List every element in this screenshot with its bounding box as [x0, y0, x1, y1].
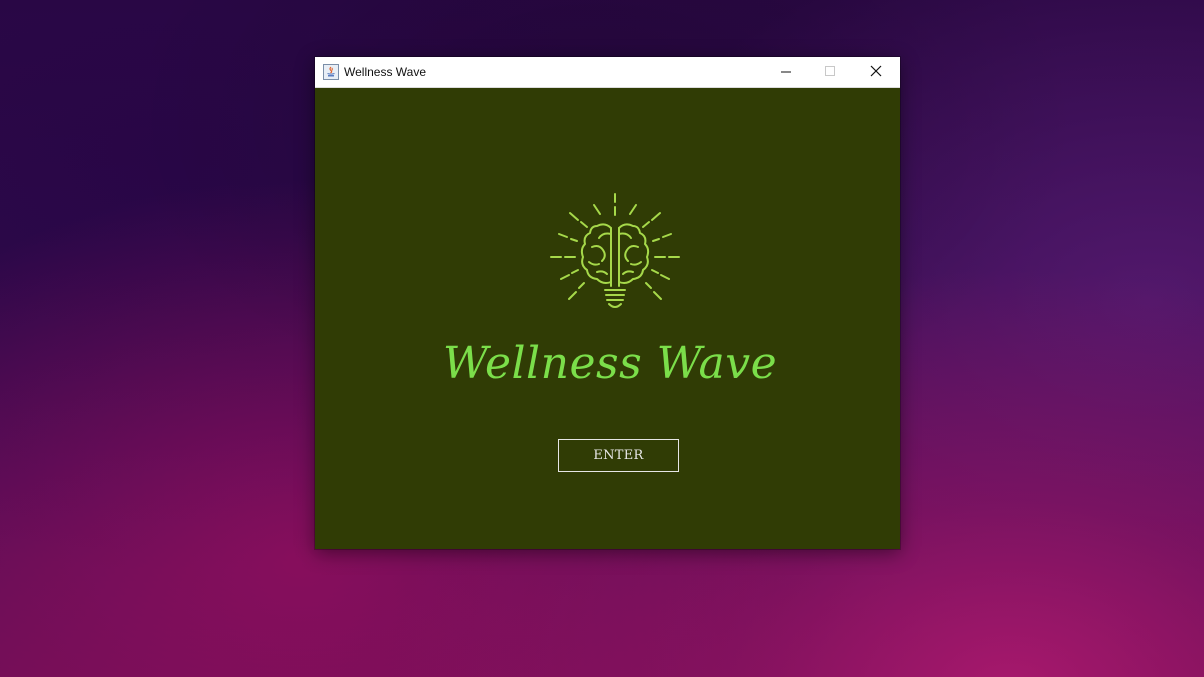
java-app-icon: [323, 64, 339, 80]
brain-lightbulb-icon: [550, 193, 680, 308]
close-button[interactable]: [853, 57, 900, 87]
enter-button[interactable]: ENTER: [558, 439, 679, 472]
title-bar[interactable]: Wellness Wave: [315, 57, 900, 88]
app-window: Wellness Wave Wellness Wave ENTER: [315, 57, 900, 549]
maximize-button[interactable]: [808, 57, 853, 87]
maximize-icon: [825, 66, 835, 76]
splash-panel: Wellness Wave ENTER: [315, 88, 900, 549]
window-title: Wellness Wave: [344, 65, 427, 79]
minimize-icon: [781, 71, 791, 73]
close-icon: [870, 65, 882, 77]
minimize-button[interactable]: [763, 57, 808, 87]
app-title: Wellness Wave: [442, 338, 778, 389]
